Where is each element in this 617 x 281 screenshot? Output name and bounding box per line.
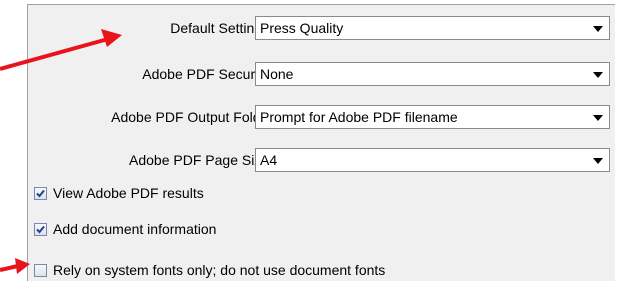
pdf-security-value: None bbox=[260, 66, 294, 82]
page-size-dropdown[interactable]: A4 bbox=[255, 148, 610, 172]
output-folder-value: Prompt for Adobe PDF filename bbox=[260, 109, 458, 125]
add-document-info-checkbox[interactable] bbox=[34, 222, 47, 236]
view-pdf-results-label: View Adobe PDF results bbox=[53, 185, 204, 201]
chevron-down-icon bbox=[593, 26, 603, 32]
pdf-security-label: Adobe PDF Security: bbox=[142, 66, 273, 82]
red-arrow-icon bbox=[0, 258, 30, 274]
chevron-down-icon bbox=[593, 158, 603, 164]
output-folder-label: Adobe PDF Output Folder bbox=[111, 109, 273, 125]
view-pdf-results-checkbox[interactable] bbox=[34, 186, 47, 200]
output-folder-dropdown[interactable]: Prompt for Adobe PDF filename bbox=[255, 105, 610, 129]
add-document-info-label: Add document information bbox=[53, 221, 217, 237]
page-size-label: Adobe PDF Page Size: bbox=[129, 152, 273, 168]
pdf-settings-panel: Default Settings: Press Quality Adobe PD… bbox=[27, 4, 615, 281]
default-settings-dropdown[interactable]: Press Quality bbox=[255, 16, 610, 40]
checkmark-icon bbox=[36, 225, 45, 233]
add-document-info-option[interactable]: Add document information bbox=[34, 220, 216, 238]
checkmark-icon bbox=[36, 189, 45, 197]
page-size-value: A4 bbox=[260, 152, 278, 168]
default-settings-value: Press Quality bbox=[260, 20, 344, 36]
rely-system-fonts-checkbox[interactable] bbox=[34, 263, 47, 277]
view-pdf-results-option[interactable]: View Adobe PDF results bbox=[34, 184, 204, 202]
chevron-down-icon bbox=[593, 72, 603, 78]
chevron-down-icon bbox=[593, 115, 603, 121]
pdf-security-dropdown[interactable]: None bbox=[255, 62, 610, 86]
rely-system-fonts-label: Rely on system fonts only; do not use do… bbox=[53, 262, 386, 278]
rely-system-fonts-option[interactable]: Rely on system fonts only; do not use do… bbox=[34, 261, 385, 279]
screenshot-stage: Default Settings: Press Quality Adobe PD… bbox=[0, 0, 617, 281]
